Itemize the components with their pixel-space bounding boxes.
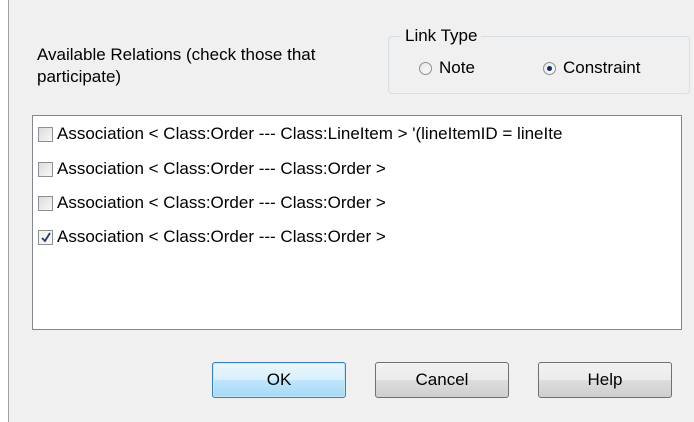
relation-checkbox[interactable] bbox=[38, 229, 53, 245]
constraint-radio-label: Constraint bbox=[563, 58, 641, 77]
relation-checkbox[interactable] bbox=[38, 195, 53, 211]
relation-list-item[interactable]: Association < Class:Order --- Class:Orde… bbox=[38, 192, 386, 214]
relation-label: Association < Class:Order --- Class:Line… bbox=[57, 124, 563, 143]
relation-label: Association < Class:Order --- Class:Orde… bbox=[57, 159, 386, 178]
link-type-legend: Link Type bbox=[401, 25, 482, 47]
relation-list-item[interactable]: Association < Class:Order --- Class:Orde… bbox=[38, 226, 386, 248]
relations-dialog: Available Relations (check those that pa… bbox=[0, 0, 694, 422]
note-radio-option[interactable]: Note bbox=[419, 57, 475, 79]
relation-list-item[interactable]: Association < Class:Order --- Class:Orde… bbox=[38, 158, 386, 180]
window-left-margin bbox=[0, 0, 8, 422]
cancel-button[interactable]: Cancel bbox=[375, 362, 509, 398]
relation-label: Association < Class:Order --- Class:Orde… bbox=[57, 193, 386, 212]
constraint-radio-button[interactable] bbox=[543, 61, 556, 75]
check-mark-icon bbox=[41, 232, 51, 242]
relation-list-item[interactable]: Association < Class:Order --- Class:Line… bbox=[38, 123, 562, 145]
relation-checkbox[interactable] bbox=[38, 126, 53, 142]
constraint-radio-option[interactable]: Constraint bbox=[543, 57, 640, 79]
relation-label: Association < Class:Order --- Class:Orde… bbox=[57, 227, 386, 246]
help-button[interactable]: Help bbox=[538, 362, 672, 398]
link-type-group: Link Type Note Constraint bbox=[388, 25, 690, 94]
relation-checkbox[interactable] bbox=[38, 161, 53, 177]
window-left-border bbox=[8, 0, 9, 422]
note-radio-label: Note bbox=[439, 58, 475, 77]
relations-list[interactable]: Association < Class:Order --- Class:Line… bbox=[32, 115, 682, 330]
note-radio-button[interactable] bbox=[419, 61, 432, 75]
ok-button[interactable]: OK bbox=[212, 362, 346, 398]
available-relations-label: Available Relations (check those that pa… bbox=[37, 45, 316, 86]
